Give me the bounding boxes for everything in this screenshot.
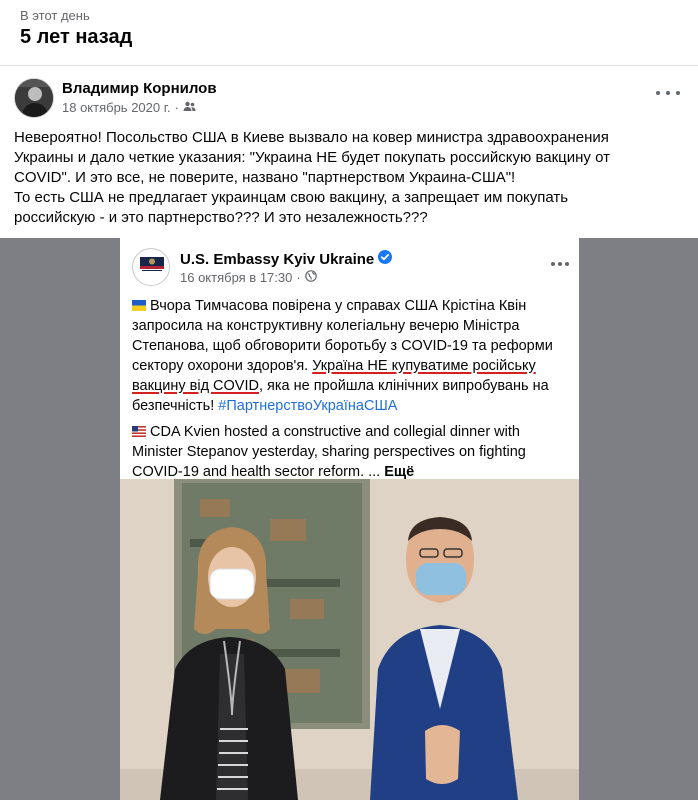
hashtag-link: #ПартнерствоУкраїнаСША xyxy=(218,398,398,414)
memory-title: 5 лет назад xyxy=(20,26,133,48)
post-image[interactable]: U.S. Embassy Kyiv Ukraine 16 октября в 1… xyxy=(0,238,698,800)
post-date[interactable]: 18 октябрь 2020 г. xyxy=(62,100,171,115)
memory-header: В этот день 5 лет назад xyxy=(0,0,698,66)
friends-icon[interactable] xyxy=(183,100,196,115)
shared-author[interactable]: U.S. Embassy Kyiv Ukraine xyxy=(180,250,393,268)
dot-icon xyxy=(666,91,670,95)
verified-badge-icon xyxy=(378,250,393,268)
globe-icon xyxy=(304,270,317,285)
shared-text-english: CDA Kvien hosted a constructive and coll… xyxy=(132,422,567,482)
post-text-line: То есть США не предлагает украинцам свою… xyxy=(14,189,569,206)
author-name[interactable]: Владимир Корнилов xyxy=(62,80,217,97)
us-flag-icon xyxy=(132,423,146,437)
post-meta: 18 октябрь 2020 г. · xyxy=(62,100,196,115)
shared-text-ukrainian: Вчора Тимчасова повірена у справах США К… xyxy=(132,296,567,416)
dot-icon xyxy=(656,91,660,95)
shared-en-text: CDA Kvien hosted a constructive and coll… xyxy=(132,424,526,480)
meta-separator: · xyxy=(296,270,301,285)
post-text: Невероятно! Посольство США в Киеве вызва… xyxy=(14,128,684,228)
post-text-line: COVID". И это все, не поверите, названо … xyxy=(14,169,516,186)
shared-post-text: Вчора Тимчасова повірена у справах США К… xyxy=(132,296,567,482)
post-text-line: Невероятно! Посольство США в Киеве вызва… xyxy=(14,129,609,146)
shared-author-name[interactable]: U.S. Embassy Kyiv Ukraine xyxy=(180,251,374,268)
author-avatar[interactable] xyxy=(14,78,54,118)
shared-post-screenshot: U.S. Embassy Kyiv Ukraine 16 октября в 1… xyxy=(120,238,579,482)
ukraine-flag-icon xyxy=(132,297,146,311)
see-more-link: Ещё xyxy=(384,464,415,480)
shared-date[interactable]: 16 октября в 17:30 xyxy=(180,270,292,285)
post-header: Владимир Корнилов 18 октябрь 2020 г. · xyxy=(0,68,698,124)
dot-icon xyxy=(676,91,680,95)
embassy-photo xyxy=(120,479,579,800)
memory-label: В этот день xyxy=(20,8,90,23)
embassy-logo xyxy=(132,248,170,286)
more-options-button[interactable] xyxy=(656,86,680,100)
post-text-line: российскую - и это партнерство??? И это … xyxy=(14,209,428,226)
meta-separator: · xyxy=(174,100,179,115)
post-text-line: Украины и дало четкие указания: "Украина… xyxy=(14,149,610,166)
shared-more-icon xyxy=(551,262,569,268)
shared-meta: 16 октября в 17:30 · xyxy=(180,270,317,285)
